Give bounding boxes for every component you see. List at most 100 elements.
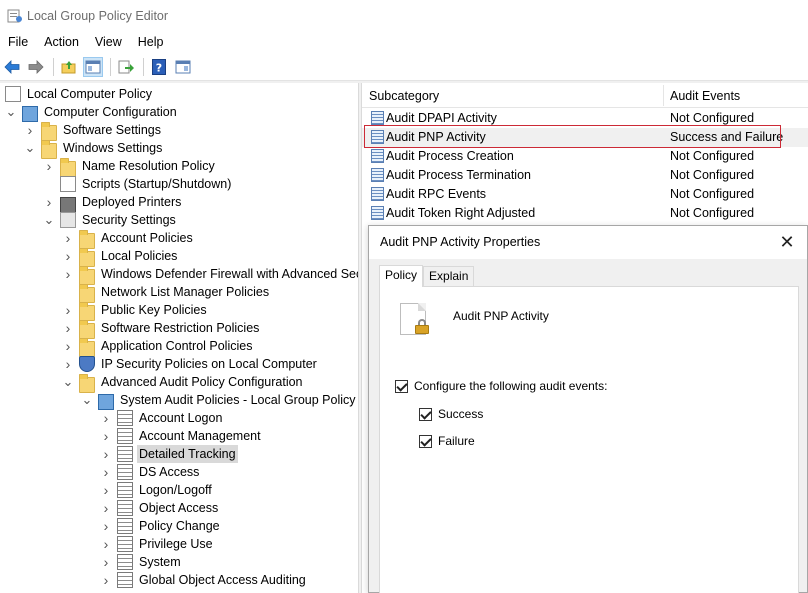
audit-setting-icon — [371, 187, 384, 201]
close-icon[interactable]: ✕ — [779, 233, 795, 251]
tree-item-label: Privilege Use — [139, 537, 213, 551]
chevron-down-icon[interactable]: ⌄ — [62, 373, 74, 391]
failure-row[interactable]: Failure — [419, 434, 475, 448]
show-hide-action-pane-button[interactable] — [173, 57, 193, 77]
menu-help[interactable]: Help — [130, 31, 172, 53]
tree-software-settings[interactable]: › Software Settings — [24, 121, 163, 141]
menu-action[interactable]: Action — [36, 31, 87, 53]
configure-audit-events-checkbox[interactable] — [395, 379, 408, 393]
chevron-right-icon[interactable]: › — [62, 247, 74, 265]
menu-view[interactable]: View — [87, 31, 130, 53]
chevron-right-icon[interactable]: › — [62, 229, 74, 247]
chevron-right-icon[interactable]: › — [100, 571, 112, 589]
tree-account-management[interactable]: › Account Management — [100, 427, 263, 445]
audit-policy-icon — [117, 428, 133, 444]
up-one-level-button[interactable] — [59, 57, 79, 77]
back-button[interactable] — [2, 57, 22, 77]
audit-events-cell: Not Configured — [670, 149, 755, 163]
chevron-right-icon[interactable]: › — [100, 445, 112, 463]
failure-label: Failure — [438, 434, 475, 448]
chevron-down-icon[interactable]: ⌄ — [5, 103, 17, 121]
chevron-right-icon[interactable]: › — [100, 517, 112, 535]
tree-item-label: Application Control Policies — [101, 339, 253, 353]
chevron-right-icon[interactable]: › — [62, 337, 74, 355]
list-row[interactable]: Audit Token Right Adjusted Not Configured — [362, 204, 808, 223]
configure-audit-events-row[interactable]: Configure the following audit events: — [395, 379, 607, 393]
tree-item-label: Deployed Printers — [82, 195, 182, 209]
success-row[interactable]: Success — [419, 407, 483, 421]
tree-ip-security[interactable]: › IP Security Policies on Local Computer — [62, 355, 319, 373]
tree-public-key-policies[interactable]: › Public Key Policies — [62, 301, 209, 321]
tree-advanced-audit[interactable]: ⌄ Advanced Audit Policy Configuration — [62, 373, 305, 393]
tree-policy-change[interactable]: › Policy Change — [100, 517, 222, 535]
tree-item-label: Account Logon — [139, 411, 223, 425]
chevron-right-icon[interactable]: › — [100, 553, 112, 571]
failure-checkbox[interactable] — [419, 434, 432, 448]
tab-explain[interactable]: Explain — [423, 266, 475, 286]
subcategory-cell: Audit RPC Events — [386, 187, 487, 201]
tree-computer-configuration[interactable]: ⌄ Computer Configuration — [5, 103, 179, 122]
tree-security-settings[interactable]: ⌄ Security Settings — [43, 211, 178, 229]
chevron-down-icon[interactable]: ⌄ — [81, 391, 93, 409]
configure-audit-events-label: Configure the following audit events: — [414, 379, 608, 393]
forward-arrow-icon — [28, 59, 44, 74]
list-row[interactable]: Audit RPC Events Not Configured — [362, 185, 808, 204]
audit-setting-icon — [371, 206, 384, 220]
audit-setting-icon — [371, 149, 384, 163]
tree-software-restriction[interactable]: › Software Restriction Policies — [62, 319, 261, 339]
chevron-right-icon[interactable]: › — [100, 535, 112, 553]
tree-application-control[interactable]: › Application Control Policies — [62, 337, 254, 357]
tree-system-audit-policies[interactable]: ⌄ System Audit Policies - Local Group Pol… — [81, 391, 358, 410]
tree-scripts[interactable]: Scripts (Startup/Shutdown) — [43, 175, 233, 193]
tree-item-label: Name Resolution Policy — [82, 159, 215, 173]
chevron-right-icon[interactable]: › — [24, 121, 36, 139]
title-bar: Local Group Policy Editor — [0, 0, 808, 31]
tree-system[interactable]: › System — [100, 553, 183, 571]
chevron-right-icon[interactable]: › — [100, 481, 112, 499]
chevron-right-icon[interactable]: › — [62, 355, 74, 373]
success-checkbox[interactable] — [419, 407, 432, 421]
column-header-audit-events[interactable]: Audit Events — [670, 83, 740, 109]
tree-windows-settings[interactable]: ⌄ Windows Settings — [24, 139, 164, 159]
audit-policy-icon — [117, 410, 133, 426]
tree-logon-logoff[interactable]: › Logon/Logoff — [100, 481, 214, 499]
tree-windows-defender-firewall[interactable]: › Windows Defender Firewall with Advanced… — [62, 265, 358, 285]
forward-button[interactable] — [26, 57, 46, 77]
tree-privilege-use[interactable]: › Privilege Use — [100, 535, 215, 553]
export-list-button[interactable] — [116, 57, 136, 77]
list-row[interactable]: Audit Process Termination Not Configured — [362, 166, 808, 185]
tree-item-label: Local Policies — [101, 249, 178, 263]
tree-account-logon[interactable]: › Account Logon — [100, 409, 224, 427]
chevron-right-icon[interactable]: › — [62, 319, 74, 337]
show-hide-console-tree-button[interactable] — [83, 56, 103, 77]
menu-file[interactable]: File — [0, 31, 36, 53]
chevron-right-icon[interactable]: › — [100, 463, 112, 481]
tree-local-policies[interactable]: › Local Policies — [62, 247, 179, 267]
chevron-right-icon[interactable]: › — [43, 193, 55, 211]
chevron-right-icon[interactable]: › — [100, 427, 112, 445]
column-separator[interactable] — [663, 85, 664, 106]
chevron-right-icon[interactable]: › — [62, 301, 74, 319]
chevron-right-icon[interactable]: › — [100, 409, 112, 427]
chevron-right-icon[interactable]: › — [100, 499, 112, 517]
chevron-down-icon[interactable]: ⌄ — [24, 139, 36, 157]
policy-tab-panel: Audit PNP Activity Configure the followi… — [379, 286, 799, 593]
tree-network-list-manager[interactable]: Network List Manager Policies — [62, 283, 271, 303]
tree-global-object-access[interactable]: › Global Object Access Auditing — [100, 571, 308, 589]
tree-ds-access[interactable]: › DS Access — [100, 463, 201, 481]
tab-policy[interactable]: Policy — [379, 265, 424, 287]
tree-object-access[interactable]: › Object Access — [100, 499, 220, 517]
tree-name-resolution-policy[interactable]: › Name Resolution Policy — [43, 157, 217, 177]
chevron-right-icon[interactable]: › — [62, 265, 74, 283]
column-header-subcategory[interactable]: Subcategory — [369, 83, 439, 109]
chevron-right-icon[interactable]: › — [43, 157, 55, 175]
tree-deployed-printers[interactable]: › Deployed Printers — [43, 193, 183, 213]
chevron-down-icon[interactable]: ⌄ — [43, 211, 55, 229]
help-button[interactable]: ? — [149, 57, 169, 77]
list-row[interactable]: Audit Process Creation Not Configured — [362, 147, 808, 166]
audit-policy-icon — [117, 572, 133, 588]
console-tree[interactable]: Local Computer Policy ⌄ Computer Configura… — [0, 83, 358, 593]
tree-local-computer-policy[interactable]: Local Computer Policy — [5, 85, 154, 103]
tree-detailed-tracking[interactable]: › Detailed Tracking — [100, 445, 238, 463]
tree-account-policies[interactable]: › Account Policies — [62, 229, 195, 249]
